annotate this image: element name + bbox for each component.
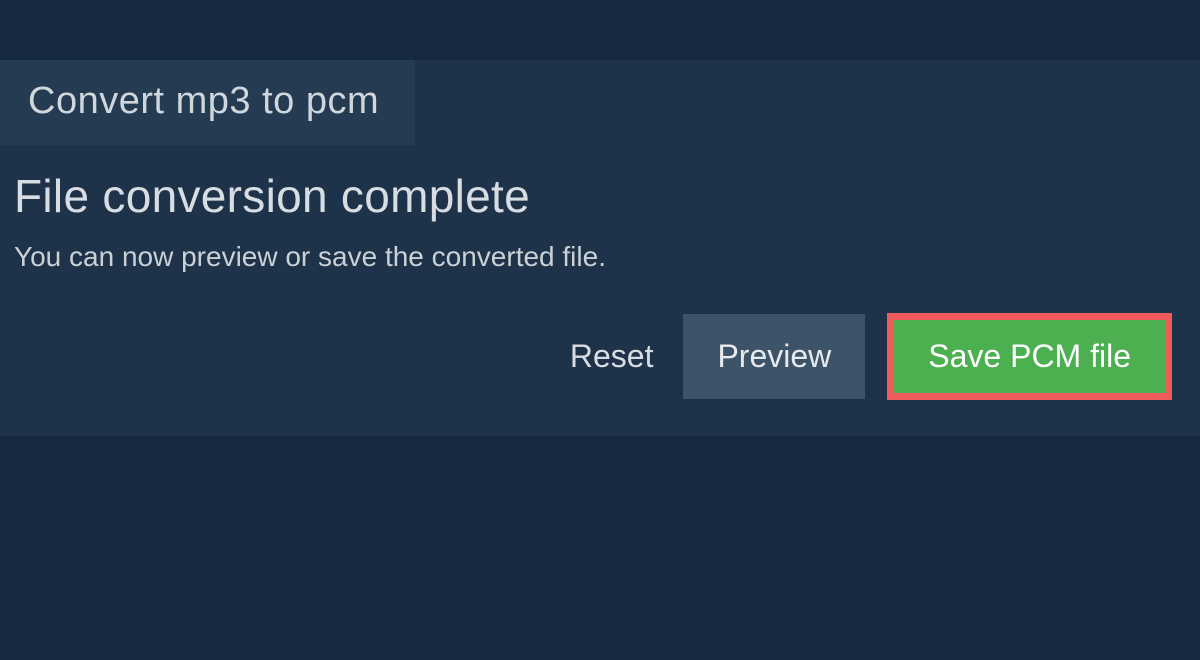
status-subtext: You can now preview or save the converte… <box>14 241 1186 273</box>
conversion-panel: Convert mp3 to pcm File conversion compl… <box>0 60 1200 436</box>
save-pcm-button[interactable]: Save PCM file <box>887 313 1172 400</box>
panel-content: File conversion complete You can now pre… <box>0 145 1200 436</box>
reset-button[interactable]: Reset <box>562 338 662 375</box>
action-row: Reset Preview Save PCM file <box>14 313 1186 408</box>
tab-convert-mp3-to-pcm[interactable]: Convert mp3 to pcm <box>0 60 415 145</box>
status-heading: File conversion complete <box>14 169 1186 223</box>
tab-label: Convert mp3 to pcm <box>28 80 379 122</box>
preview-button[interactable]: Preview <box>683 314 865 399</box>
